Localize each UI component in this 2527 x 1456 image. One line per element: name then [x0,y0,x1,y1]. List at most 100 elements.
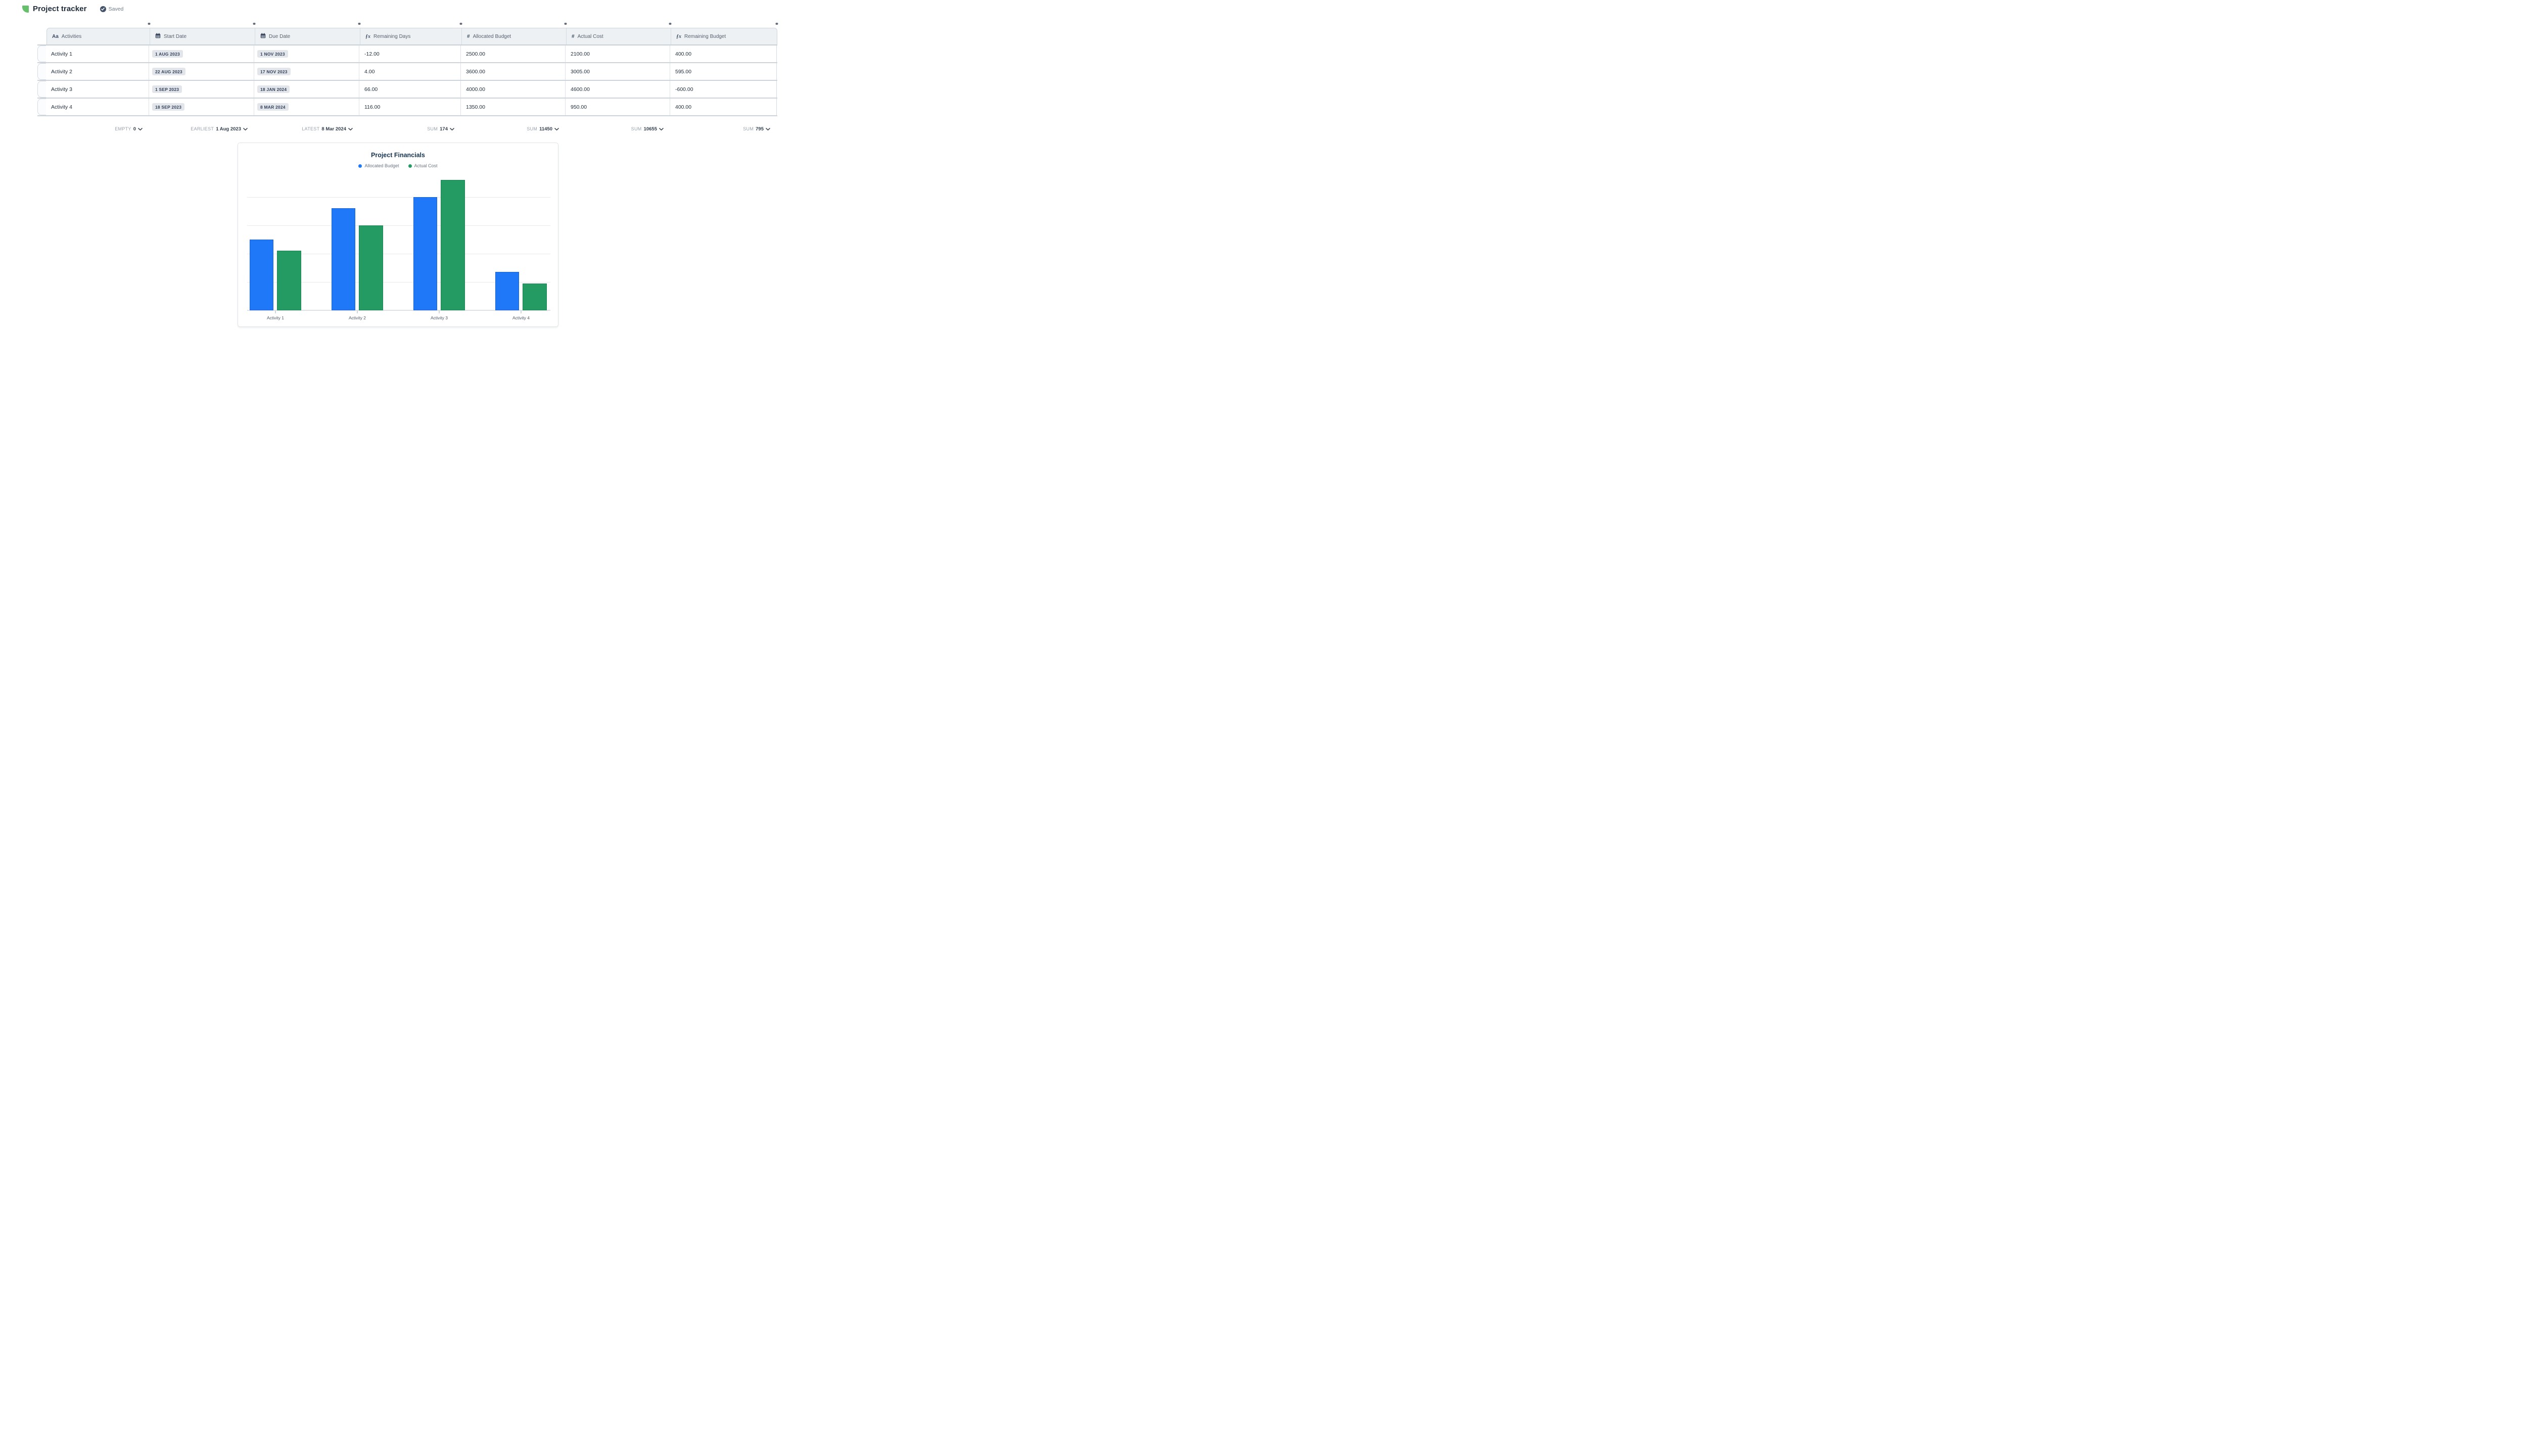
cell-allocated-budget[interactable]: 2500.00 [460,45,565,62]
date-chip[interactable]: 22 AUG 2023 [152,68,185,75]
cell-allocated-budget[interactable]: 1350.00 [460,99,565,115]
cell-actual-cost[interactable]: 2100.00 [565,45,670,62]
bar-group-activity-1 [250,240,301,310]
date-chip[interactable]: 18 JAN 2024 [257,85,290,93]
bar-actual-cost[interactable] [359,225,383,310]
bar-allocated-budget[interactable] [250,240,273,310]
bar-actual-cost[interactable] [441,180,465,310]
aggregate-latest[interactable]: LATEST 8 Mar 2024 [254,124,359,133]
column-header-allocated-budget[interactable]: # Allocated Budget [461,28,566,44]
cell-start-date[interactable]: 1 AUG 2023 [149,45,254,62]
date-chip[interactable]: 18 SEP 2023 [152,103,184,111]
cell-activity[interactable]: Activity 2 [46,63,149,80]
project-table: Aa Activities Start Date Due Date ƒx Rem… [37,28,777,116]
aggregate-sum-actual-cost[interactable]: SUM 10655 [566,124,670,133]
column-handle-dot[interactable] [669,23,672,25]
cell-remaining-days[interactable]: 66.00 [359,81,460,98]
chevron-down-icon [766,124,770,133]
cell-due-date[interactable]: 18 JAN 2024 [254,81,359,98]
cell-remaining-days[interactable]: -12.00 [359,45,460,62]
cell-actual-cost[interactable]: 950.00 [565,99,670,115]
aggregate-sum-remaining-budget[interactable]: SUM 795 [670,124,777,133]
aggregate-sum-remaining-days[interactable]: SUM 174 [359,124,461,133]
aggregate-earliest[interactable]: EARLIEST 1 Aug 2023 [149,124,254,133]
chevron-down-icon [138,124,143,133]
cell-start-date[interactable]: 1 SEP 2023 [149,81,254,98]
column-header-activities[interactable]: Aa Activities [47,28,150,44]
column-handle-dot[interactable] [358,23,361,25]
cell-start-date[interactable]: 18 SEP 2023 [149,99,254,115]
row-drag-handle[interactable] [37,45,46,62]
calendar-icon [155,32,161,41]
column-header-remaining-budget[interactable]: ƒx Remaining Budget [671,28,777,44]
date-chip[interactable]: 1 AUG 2023 [152,50,183,58]
bar-actual-cost[interactable] [523,284,547,310]
aggregate-sum-allocated-budget[interactable]: SUM 11450 [461,124,566,133]
aggregate-empty[interactable]: EMPTY 0 [46,124,149,133]
cell-due-date[interactable]: 8 MAR 2024 [254,99,359,115]
cell-activity[interactable]: Activity 3 [46,81,149,98]
cell-remaining-budget[interactable]: 595.00 [670,63,776,80]
column-handle-dot[interactable] [148,23,151,25]
bar-actual-cost[interactable] [277,251,301,310]
cell-remaining-days[interactable]: 116.00 [359,99,460,115]
cell-remaining-days[interactable]: 4.00 [359,63,460,80]
column-header-start-date[interactable]: Start Date [150,28,255,44]
cell-remaining-budget[interactable]: 400.00 [670,99,776,115]
legend-item-allocated-budget[interactable]: Allocated Budget [358,163,399,168]
cell-due-date[interactable]: 17 NOV 2023 [254,63,359,80]
date-chip[interactable]: 1 SEP 2023 [152,85,182,93]
formula-icon: ƒx [365,34,370,39]
column-handle-dot[interactable] [460,23,462,25]
gridline-4000 [247,197,550,198]
date-chip[interactable]: 17 NOV 2023 [257,68,291,75]
row-drag-handle[interactable] [37,99,46,115]
bar-allocated-budget[interactable] [495,272,519,310]
table-row: Activity 3 1 SEP 2023 18 JAN 2024 66.00 … [37,80,777,98]
chevron-down-icon [554,124,559,133]
column-header-due-date[interactable]: Due Date [255,28,360,44]
x-axis-tick [521,311,522,313]
cell-start-date[interactable]: 22 AUG 2023 [149,63,254,80]
saved-status-label: Saved [109,6,124,12]
page-header: Project tracker Saved [22,5,123,13]
x-axis-tick [275,311,276,313]
column-header-actual-cost[interactable]: # Actual Cost [566,28,671,44]
cell-actual-cost[interactable]: 4600.00 [565,81,670,98]
legend-item-actual-cost[interactable]: Actual Cost [408,163,438,168]
cell-remaining-budget[interactable]: 400.00 [670,45,776,62]
financials-chart-card[interactable]: Project Financials Allocated Budget Actu… [238,143,558,327]
column-handle-dot[interactable] [565,23,567,25]
cell-activity[interactable]: Activity 1 [46,45,149,62]
document-page: Project tracker Saved Aa Activities Star… [0,0,792,337]
row-drag-handle[interactable] [37,63,46,80]
table-header-row: Aa Activities Start Date Due Date ƒx Rem… [46,28,777,44]
chevron-down-icon [450,124,454,133]
row-drag-handle[interactable] [37,81,46,98]
legend-dot-blue [358,164,362,168]
page-icon [22,6,29,13]
cell-activity[interactable]: Activity 4 [46,99,149,115]
chevron-down-icon [348,124,353,133]
x-axis-tick [439,311,440,313]
bar-group-activity-2 [332,208,383,310]
bar-allocated-budget[interactable] [332,208,355,310]
column-handle-dot[interactable] [253,23,256,25]
cell-allocated-budget[interactable]: 4000.00 [460,81,565,98]
cell-remaining-budget[interactable]: -600.00 [670,81,776,98]
table-row: Activity 4 18 SEP 2023 8 MAR 2024 116.00… [37,98,777,115]
table-row: Activity 2 22 AUG 2023 17 NOV 2023 4.00 … [37,62,777,80]
x-axis-label: Activity 3 [413,315,465,320]
bar-allocated-budget[interactable] [413,197,437,310]
column-header-remaining-days[interactable]: ƒx Remaining Days [360,28,461,44]
formula-icon: ƒx [676,34,681,39]
date-chip[interactable]: 8 MAR 2024 [257,103,289,111]
cell-actual-cost[interactable]: 3005.00 [565,63,670,80]
chart-legend: Allocated Budget Actual Cost [238,163,558,168]
column-handle-dot[interactable] [776,23,778,25]
cell-allocated-budget[interactable]: 3600.00 [460,63,565,80]
cell-due-date[interactable]: 1 NOV 2023 [254,45,359,62]
date-chip[interactable]: 1 NOV 2023 [257,50,288,58]
aggregates-row: EMPTY 0 EARLIEST 1 Aug 2023 LATEST 8 Mar… [46,124,777,133]
page-title[interactable]: Project tracker [33,5,87,13]
